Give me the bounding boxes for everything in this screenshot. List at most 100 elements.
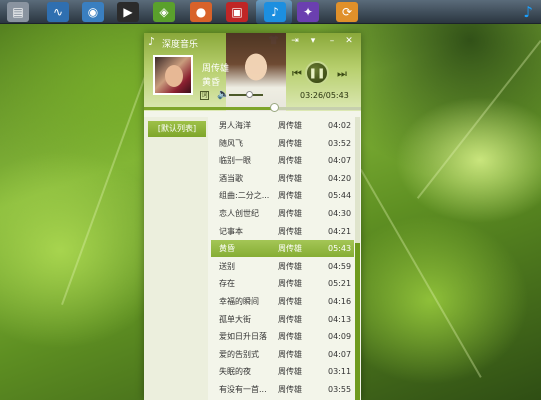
- song-duration: 04:59: [328, 261, 352, 271]
- song-artist: 周传雄: [278, 244, 302, 254]
- song-row[interactable]: 失眠的夜 周传雄 03:11: [211, 363, 354, 380]
- song-row[interactable]: 酒当歌 周传雄 04:20: [211, 170, 354, 187]
- top-dock: ▤ ∿ ◉ ▶ ◈ ● ▣ ♪ ✦ ⟳ ♪: [0, 0, 541, 24]
- song-title: 随风飞: [219, 138, 243, 148]
- song-duration: 04:13: [328, 314, 352, 324]
- song-duration: 03:52: [328, 138, 352, 148]
- song-artist: 周传雄: [278, 261, 302, 271]
- song-duration: 05:21: [328, 279, 352, 289]
- song-title: 黄昏: [219, 244, 235, 254]
- scroll-thumb[interactable]: [355, 243, 360, 400]
- song-artist: 周传雄: [278, 332, 302, 342]
- song-row[interactable]: 幸福的瞬间 周传雄 04:16: [211, 293, 354, 310]
- wallpaper-leaf-vein: [416, 40, 541, 199]
- song-title: 存在: [219, 279, 235, 289]
- song-row[interactable]: 恋人创世纪 周传雄 04:30: [211, 205, 354, 222]
- song-duration: 04:21: [328, 226, 352, 236]
- song-duration: 04:09: [328, 332, 352, 342]
- track-artist: 周传雄: [202, 64, 230, 74]
- song-row[interactable]: 黄昏 周传雄 05:43: [211, 240, 354, 258]
- volume-knob[interactable]: [246, 91, 253, 98]
- song-duration: 05:44: [328, 191, 352, 201]
- song-artist: 周传雄: [278, 367, 302, 377]
- song-duration: 03:55: [328, 385, 352, 394]
- updater-icon[interactable]: ⟳: [336, 2, 358, 22]
- menu-icon[interactable]: ▾: [307, 36, 319, 46]
- song-duration: 04:20: [328, 173, 352, 183]
- song-title: 男人海洋: [219, 121, 251, 130]
- app-logo-icon: ♪: [148, 35, 156, 48]
- song-row[interactable]: 爱如日升日落 周传雄 04:09: [211, 328, 354, 345]
- song-title: 组曲:二分之...: [219, 191, 270, 201]
- song-artist: 周传雄: [278, 226, 302, 236]
- previous-button[interactable]: ⏮: [292, 67, 302, 81]
- song-row[interactable]: 组曲:二分之... 周传雄 05:44: [211, 187, 354, 204]
- firefox-icon[interactable]: ●: [190, 2, 212, 22]
- album-art: [153, 55, 193, 95]
- pause-icon: ❚❚: [308, 67, 326, 79]
- lyric-button[interactable]: 词: [200, 91, 209, 100]
- song-title: 送别: [219, 261, 235, 271]
- progress-bar[interactable]: [144, 107, 361, 110]
- next-button[interactable]: ⏭: [337, 67, 347, 81]
- song-row[interactable]: 爱的告别式 周传雄 04:07: [211, 346, 354, 363]
- song-title: 恋人创世纪: [219, 209, 259, 218]
- song-artist: 周传雄: [278, 385, 302, 394]
- song-row[interactable]: 有没有一首... 周传雄 03:55: [211, 381, 354, 398]
- photo-app-icon[interactable]: ▣: [226, 2, 248, 22]
- song-title: 酒当歌: [219, 173, 243, 183]
- nvidia-icon[interactable]: ◈: [153, 2, 175, 22]
- song-row[interactable]: 男人海洋 周传雄 04:02: [211, 117, 354, 134]
- video-player-icon[interactable]: ▶: [117, 2, 139, 22]
- song-row[interactable]: 存在 周传雄 05:21: [211, 275, 354, 292]
- song-title: 爱如日升日落: [219, 332, 267, 342]
- track-title: 黄昏: [202, 78, 221, 88]
- song-artist: 周传雄: [278, 173, 302, 183]
- song-artist: 周传雄: [278, 297, 302, 306]
- song-row[interactable]: 临别一眼 周传雄 04:07: [211, 152, 354, 169]
- minimize-icon[interactable]: –: [326, 36, 338, 46]
- wallpaper-leaf-vein: [61, 60, 152, 306]
- song-title: 爱的告别式: [219, 349, 259, 359]
- singer-photo: [226, 33, 286, 111]
- song-duration: 04:07: [328, 349, 352, 359]
- song-list: 男人海洋 周传雄 04:02 随风飞 周传雄 03:52 临别一眼 周传雄 04:07 酒当歌 周传…: [211, 117, 356, 400]
- song-title: 有没有一首...: [219, 385, 267, 394]
- emesene-icon[interactable]: ✦: [297, 2, 319, 22]
- song-artist: 周传雄: [278, 191, 302, 201]
- song-artist: 周传雄: [278, 138, 302, 148]
- player-header: ♪ 深度音乐 👕 ⇥ ▾ – ✕ 周传雄 黄昏 词 🔈 ⏮ ❚❚ ⏭ 03:26…: [144, 33, 361, 111]
- song-title: 幸福的瞬间: [219, 297, 259, 306]
- close-icon[interactable]: ✕: [343, 36, 355, 46]
- music-player-window: ♪ 深度音乐 👕 ⇥ ▾ – ✕ 周传雄 黄昏 词 🔈 ⏮ ❚❚ ⏭ 03:26…: [144, 33, 361, 400]
- volume-icon[interactable]: 🔈: [217, 89, 229, 100]
- song-duration: 04:02: [328, 121, 352, 130]
- song-artist: 周传雄: [278, 314, 302, 324]
- pause-button[interactable]: ❚❚: [305, 61, 329, 85]
- system-monitor-icon[interactable]: ∿: [47, 2, 69, 22]
- drive-icon[interactable]: ▤: [7, 2, 29, 22]
- song-duration: 05:43: [328, 244, 352, 254]
- image-viewer-icon[interactable]: ◉: [82, 2, 104, 22]
- song-duration: 03:11: [328, 367, 352, 377]
- song-artist: 周传雄: [278, 349, 302, 359]
- song-row[interactable]: 记事本 周传雄 04:21: [211, 223, 354, 240]
- music-player-icon[interactable]: ♪: [264, 2, 286, 22]
- song-artist: 周传雄: [278, 209, 302, 218]
- mini-mode-icon[interactable]: ⇥: [289, 36, 301, 46]
- song-row[interactable]: 孤单大街 周传雄 04:13: [211, 311, 354, 328]
- song-title: 失眠的夜: [219, 367, 251, 377]
- music-tray-icon[interactable]: ♪: [523, 3, 533, 21]
- song-row[interactable]: 送别 周传雄 04:59: [211, 258, 354, 275]
- time-readout: 03:26/05:43: [300, 91, 349, 100]
- song-list-scrollbar[interactable]: [355, 117, 360, 400]
- progress-fill: [144, 107, 275, 110]
- playlist-sidebar: [默认列表]: [144, 117, 208, 400]
- song-duration: 04:30: [328, 209, 352, 218]
- song-row[interactable]: 随风飞 周传雄 03:52: [211, 135, 354, 152]
- wallpaper-leaf-vein: [360, 169, 482, 378]
- song-duration: 04:07: [328, 156, 352, 166]
- playlist-tab-default[interactable]: [默认列表]: [148, 121, 206, 137]
- song-duration: 04:16: [328, 297, 352, 306]
- song-title: 记事本: [219, 226, 243, 236]
